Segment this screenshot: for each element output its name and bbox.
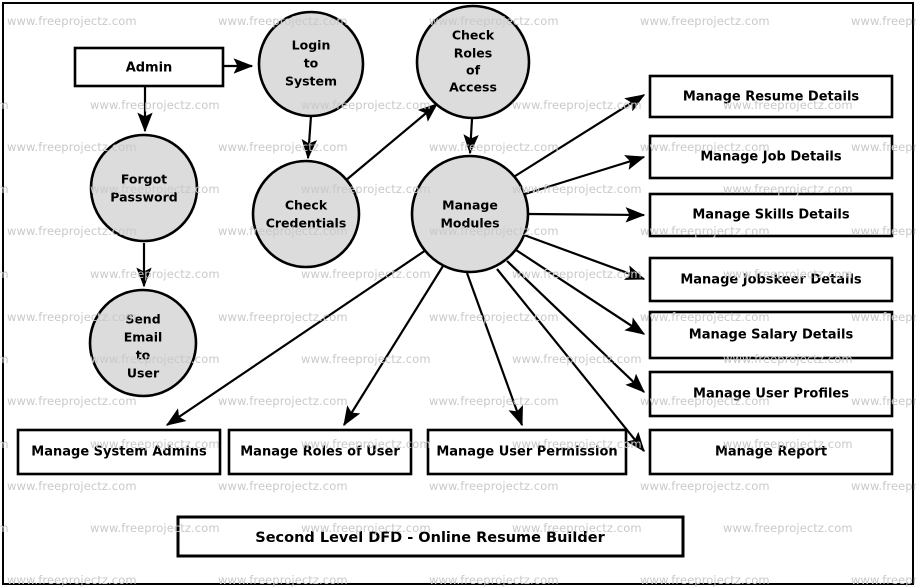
data-store-label: Manage Roles of User bbox=[240, 445, 400, 460]
process-manage-modules-line-2: Modules bbox=[440, 216, 499, 231]
process-forgot-password-line-2: Password bbox=[110, 190, 177, 205]
process-check-roles-line-1: Check bbox=[452, 28, 495, 43]
dfd-svg: Admin Login to System Check Roles of Acc… bbox=[2, 2, 914, 585]
flow-manage-modules-to-salary-details bbox=[515, 249, 646, 335]
process-forgot-password[interactable]: Forgot Password bbox=[89, 133, 199, 243]
flow-manage-modules-to-user-profiles bbox=[506, 260, 645, 393]
flow-manage-modules-to-report bbox=[496, 268, 645, 453]
entity-admin[interactable]: Admin bbox=[73, 46, 225, 88]
data-store-manage-salary-details[interactable]: Manage Salary Details bbox=[648, 310, 894, 360]
process-forgot-password-line-1: Forgot bbox=[121, 172, 167, 187]
data-store-label: Manage Resume Details bbox=[683, 90, 860, 105]
diagram-title-box: Second Level DFD - Online Resume Builder bbox=[176, 515, 685, 558]
data-store-manage-user-permission[interactable]: Manage User Permission bbox=[426, 428, 628, 476]
data-store-manage-roles-of-user[interactable]: Manage Roles of User bbox=[227, 428, 413, 476]
process-send-email-line-2: Email bbox=[124, 330, 163, 345]
data-store-label: Manage Salary Details bbox=[689, 328, 854, 343]
flow-manage-modules-to-roles-of-user bbox=[343, 265, 444, 427]
data-store-label: Manage User Permission bbox=[436, 445, 617, 460]
data-store-label: Manage System Admins bbox=[31, 445, 207, 460]
flow-login-to-check-credentials bbox=[301, 115, 317, 160]
process-send-email-line-3: to bbox=[136, 348, 151, 363]
dfd-diagram-canvas: Admin Login to System Check Roles of Acc… bbox=[0, 0, 916, 587]
data-store-manage-report[interactable]: Manage Report bbox=[648, 428, 894, 476]
process-check-roles-line-3: of bbox=[466, 63, 481, 78]
process-login-to-system-line-2: to bbox=[304, 56, 319, 71]
process-check-credentials[interactable]: Check Credentials bbox=[251, 159, 361, 269]
data-store-manage-job-details[interactable]: Manage Job Details bbox=[648, 134, 894, 180]
flow-check-roles-to-manage-modules bbox=[463, 118, 479, 155]
data-store-manage-resume-details[interactable]: Manage Resume Details bbox=[648, 74, 894, 119]
diagram-title: Second Level DFD - Online Resume Builder bbox=[255, 530, 605, 546]
process-login-to-system-line-1: Login bbox=[292, 38, 331, 53]
process-login-to-system-line-3: System bbox=[285, 74, 337, 89]
flow-manage-modules-to-skills-details bbox=[528, 207, 646, 223]
data-store-manage-user-profiles[interactable]: Manage User Profiles bbox=[648, 370, 894, 418]
process-manage-modules-line-1: Manage bbox=[442, 198, 498, 213]
process-check-roles-of-access[interactable]: Check Roles of Access bbox=[415, 4, 531, 120]
flow-manage-modules-to-resume-details bbox=[511, 94, 646, 179]
process-send-email-line-4: User bbox=[127, 366, 160, 381]
process-send-email-to-user[interactable]: Send Email to User bbox=[88, 288, 198, 398]
data-store-manage-skills-details[interactable]: Manage Skills Details bbox=[648, 192, 894, 238]
process-check-roles-line-2: Roles bbox=[454, 46, 492, 61]
flow-manage-modules-to-user-permission bbox=[465, 272, 524, 427]
process-check-roles-line-4: Access bbox=[449, 80, 497, 95]
data-store-label: Manage Job Details bbox=[700, 150, 841, 165]
flow-manage-modules-to-system-admins bbox=[165, 249, 427, 426]
data-store-label: Manage Skills Details bbox=[692, 208, 850, 223]
data-store-label: Manage Jobskeer Details bbox=[680, 273, 862, 288]
flow-manage-modules-to-jobskeer-details bbox=[523, 233, 646, 281]
data-store-label: Manage User Profiles bbox=[693, 387, 849, 402]
flow-arrows bbox=[136, 58, 646, 453]
data-store-label: Manage Report bbox=[715, 445, 827, 460]
data-store-manage-jobskeer-details[interactable]: Manage Jobskeer Details bbox=[648, 256, 894, 303]
flow-check-credentials-to-check-roles bbox=[344, 103, 439, 182]
process-manage-modules[interactable]: Manage Modules bbox=[410, 154, 530, 274]
entity-admin-label: Admin bbox=[126, 61, 173, 76]
flow-manage-modules-to-job-details bbox=[524, 155, 646, 196]
process-login-to-system[interactable]: Login to System bbox=[257, 10, 365, 118]
process-check-credentials-line-2: Credentials bbox=[266, 216, 347, 231]
process-send-email-line-1: Send bbox=[125, 312, 160, 327]
process-check-credentials-line-1: Check bbox=[285, 198, 328, 213]
data-store-manage-system-admins[interactable]: Manage System Admins bbox=[16, 428, 222, 476]
